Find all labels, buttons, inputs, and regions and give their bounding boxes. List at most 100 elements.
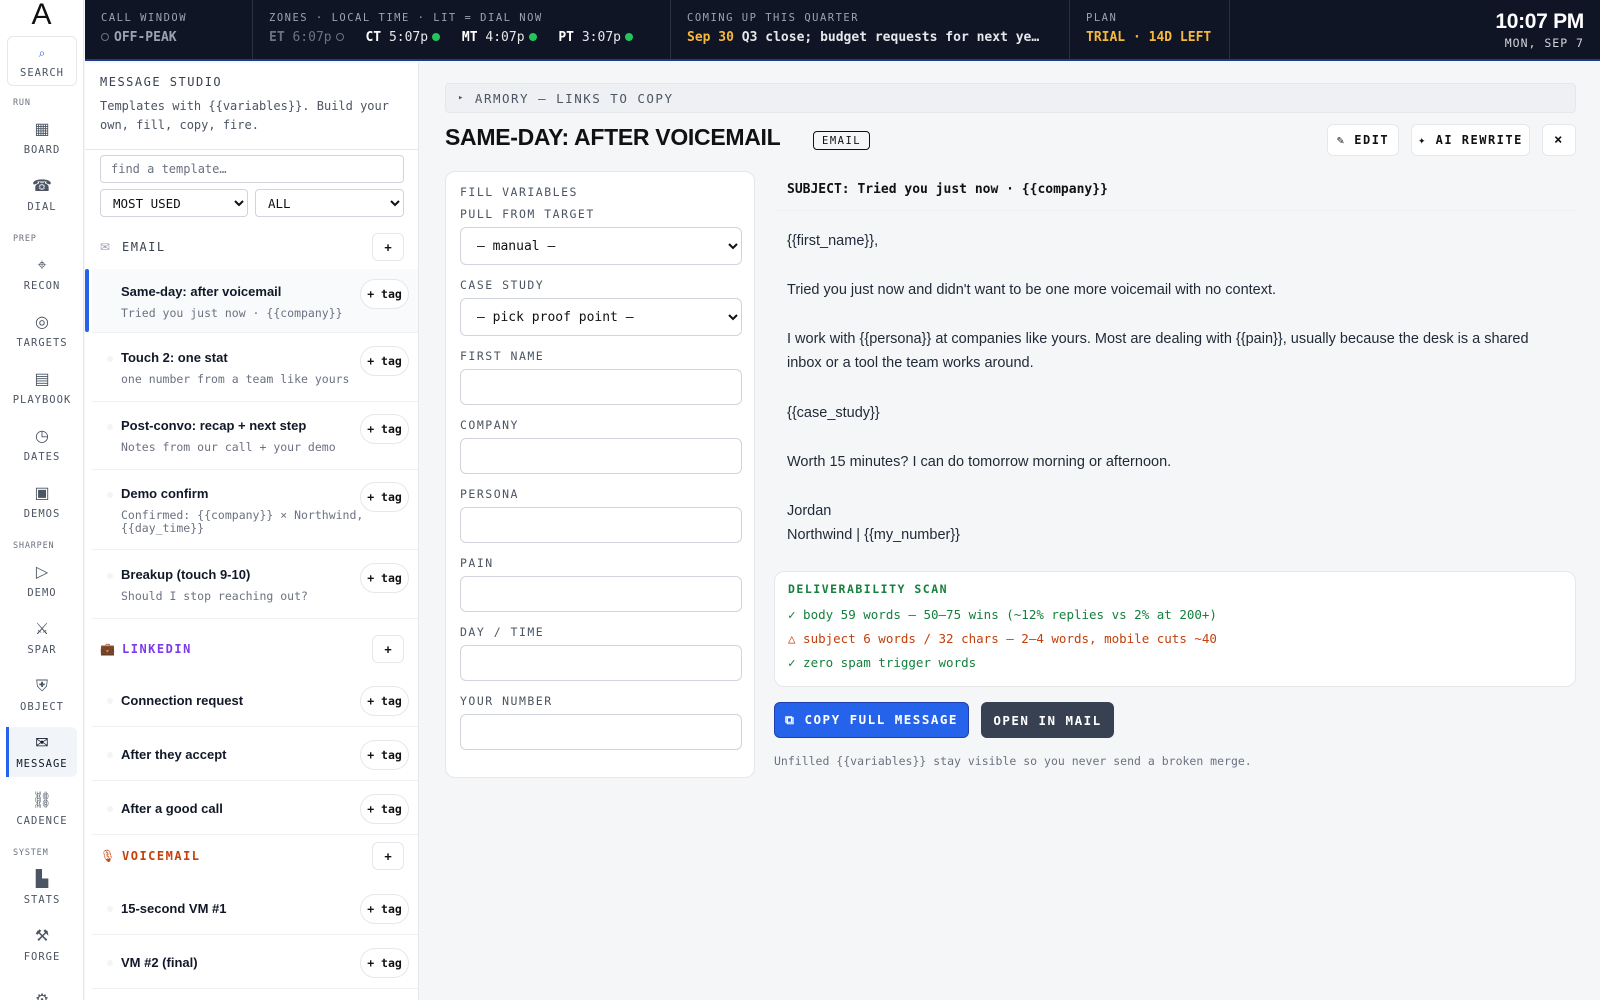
case-study-label: CASE STUDY bbox=[460, 278, 545, 292]
rail-label: RECON bbox=[23, 279, 61, 292]
add-tag-button[interactable]: + tag bbox=[360, 279, 409, 309]
gear-icon: ⚙ bbox=[35, 992, 49, 1000]
add-email-template-button[interactable]: + bbox=[372, 233, 404, 261]
add-tag-button[interactable]: + tag bbox=[360, 686, 409, 716]
template-item[interactable]: Breakup (touch 9-10) Should I stop reach… bbox=[92, 553, 418, 619]
case-study-select[interactable]: — pick proof point — bbox=[460, 298, 742, 336]
unused-dot-icon bbox=[107, 492, 113, 498]
book-icon: ▤ bbox=[34, 370, 50, 388]
envelope-icon: ✉ bbox=[35, 734, 49, 752]
rail-item-forge[interactable]: ⚒ FORGE bbox=[7, 920, 77, 970]
add-voicemail-template-button[interactable]: + bbox=[372, 842, 404, 870]
category-name: LINKEDIN bbox=[122, 642, 192, 656]
rail-item-playbook[interactable]: ▤ PLAYBOOK bbox=[7, 363, 77, 413]
armory-label: ARMORY — LINKS TO COPY bbox=[474, 90, 674, 106]
body-line: {{first_name}}, bbox=[787, 233, 879, 249]
template-item[interactable]: After they accept + tag bbox=[92, 729, 418, 781]
template-item[interactable]: Post-convo: recap + next step Notes from… bbox=[92, 404, 418, 470]
company-input[interactable] bbox=[460, 438, 742, 474]
add-linkedin-template-button[interactable]: + bbox=[372, 635, 404, 663]
call-window: CALL WINDOW OFF-PEAK bbox=[85, 0, 253, 59]
company-label: COMPANY bbox=[460, 418, 519, 432]
type-badge: EMAIL bbox=[813, 131, 871, 150]
zones-label: ZONES · LOCAL TIME · LIT = DIAL NOW bbox=[269, 12, 543, 24]
pull-from-target-select[interactable]: — manual — bbox=[460, 227, 742, 265]
rail-item-demos[interactable]: ▣ DEMOS bbox=[7, 477, 77, 527]
add-tag-button[interactable]: + tag bbox=[360, 563, 409, 593]
rail-item-dates[interactable]: ◷ DATES bbox=[7, 420, 77, 470]
plan-status[interactable]: PLAN TRIAL · 14D LEFT bbox=[1070, 0, 1230, 59]
grid-icon: ▦ bbox=[34, 120, 50, 138]
close-button[interactable]: × bbox=[1542, 124, 1576, 156]
template-item[interactable]: Touch 2: one stat one number from a team… bbox=[92, 336, 418, 402]
clock: 10:07 PM MON, SEP 7 bbox=[1495, 0, 1600, 59]
first-name-input[interactable] bbox=[460, 369, 742, 405]
scan-item: △ subject 6 words / 32 chars — 2–4 words… bbox=[788, 631, 1217, 646]
add-tag-button[interactable]: + tag bbox=[360, 346, 409, 376]
pain-input[interactable] bbox=[460, 576, 742, 612]
shield-icon: ⛨ bbox=[35, 677, 48, 695]
add-tag-button[interactable]: + tag bbox=[360, 414, 409, 444]
copy-full-message-button[interactable]: ⧉ COPY FULL MESSAGE bbox=[774, 702, 969, 738]
filter-select[interactable]: ALL bbox=[255, 189, 404, 217]
envelope-icon: ✉ bbox=[100, 240, 111, 254]
rail-item-recon[interactable]: ⌖ RECON bbox=[7, 249, 77, 299]
unused-dot-icon bbox=[107, 424, 113, 430]
armory-toggle[interactable]: ▸ ARMORY — LINKS TO COPY bbox=[445, 83, 1576, 113]
day-time-label: DAY / TIME bbox=[460, 625, 545, 639]
lit-dot-icon bbox=[528, 33, 537, 41]
phone-icon: ☎ bbox=[32, 177, 52, 195]
add-tag-button[interactable]: + tag bbox=[360, 482, 409, 512]
rail-item-dial[interactable]: ☎ DIAL bbox=[7, 170, 77, 220]
rail-label: DEMO bbox=[27, 586, 57, 599]
pull-from-target-label: PULL FROM TARGET bbox=[460, 207, 595, 221]
template-panel: MESSAGE STUDIO Templates with {{variable… bbox=[85, 63, 419, 1000]
persona-input[interactable] bbox=[460, 507, 742, 543]
quarter-events[interactable]: COMING UP THIS QUARTER Sep 30 Q3 close; … bbox=[671, 0, 1070, 59]
template-item[interactable]: VM #2 (final) + tag bbox=[92, 937, 418, 989]
rail-item-targets[interactable]: ◎ TARGETS bbox=[7, 306, 77, 356]
sort-select[interactable]: MOST USED bbox=[100, 189, 248, 217]
template-item[interactable]: Connection request + tag bbox=[92, 675, 418, 727]
search-icon: ⌕ bbox=[38, 45, 46, 60]
rail-item-message[interactable]: ✉ MESSAGE bbox=[6, 727, 77, 777]
day-time-input[interactable] bbox=[460, 645, 742, 681]
rail-item-spar[interactable]: ⚔ SPAR bbox=[7, 613, 77, 663]
left-rail: A ⌕ SEARCH RUN ▦ BOARD ☎ DIAL PREP ⌖ REC… bbox=[0, 0, 84, 1000]
rail-item-object[interactable]: ⛨ OBJECT bbox=[7, 670, 77, 720]
subject-line: SUBJECT: Tried you just now · {{company}… bbox=[774, 171, 1576, 211]
top-bar: CALL WINDOW OFF-PEAK ZONES · LOCAL TIME … bbox=[85, 0, 1600, 61]
rail-label: DIAL bbox=[27, 200, 57, 213]
rail-item-cadence[interactable]: ⛓ CADENCE bbox=[7, 784, 77, 834]
add-tag-button[interactable]: + tag bbox=[360, 794, 409, 824]
lit-dot-icon bbox=[624, 33, 633, 41]
template-search-input[interactable] bbox=[100, 155, 404, 183]
zone-mt: MT 4:07p bbox=[462, 30, 537, 45]
rail-item-demo[interactable]: ▷ DEMO bbox=[7, 556, 77, 606]
rail-item-settings[interactable]: ⚙ bbox=[7, 977, 77, 1000]
your-number-input[interactable] bbox=[460, 714, 742, 750]
rail-search-button[interactable]: ⌕ SEARCH bbox=[7, 36, 77, 86]
target-icon: ◎ bbox=[35, 313, 49, 331]
crosshair-icon: ⌖ bbox=[37, 256, 47, 274]
zone-ct: CT 5:07p bbox=[365, 30, 441, 45]
rail-section-prep: PREP bbox=[13, 234, 37, 244]
ai-rewrite-button[interactable]: ✦ AI REWRITE bbox=[1411, 124, 1530, 156]
template-item[interactable]: Same-day: after voicemail Tried you just… bbox=[85, 269, 418, 333]
chain-icon: ⛓ bbox=[31, 791, 53, 809]
quarter-text: Q3 close; budget requests for next ye… bbox=[741, 30, 1040, 45]
add-tag-button[interactable]: + tag bbox=[360, 894, 409, 924]
briefcase-icon: 💼 bbox=[100, 642, 115, 656]
add-tag-button[interactable]: + tag bbox=[360, 948, 409, 978]
edit-button[interactable]: ✎ EDIT bbox=[1327, 124, 1399, 156]
rail-label: DEMOS bbox=[23, 507, 61, 520]
template-item[interactable]: 15-second VM #1 + tag bbox=[92, 883, 418, 935]
rail-item-stats[interactable]: ▙ STATS bbox=[7, 863, 77, 913]
plan-label: PLAN bbox=[1086, 12, 1118, 24]
open-in-mail-button[interactable]: OPEN IN MAIL bbox=[981, 702, 1114, 738]
template-item[interactable]: After a good call + tag bbox=[92, 783, 418, 835]
rail-item-board[interactable]: ▦ BOARD bbox=[7, 113, 77, 163]
template-item[interactable]: Demo confirm Confirmed: {{company}} × No… bbox=[92, 472, 418, 550]
rail-label: MESSAGE bbox=[16, 757, 68, 770]
add-tag-button[interactable]: + tag bbox=[360, 740, 409, 770]
